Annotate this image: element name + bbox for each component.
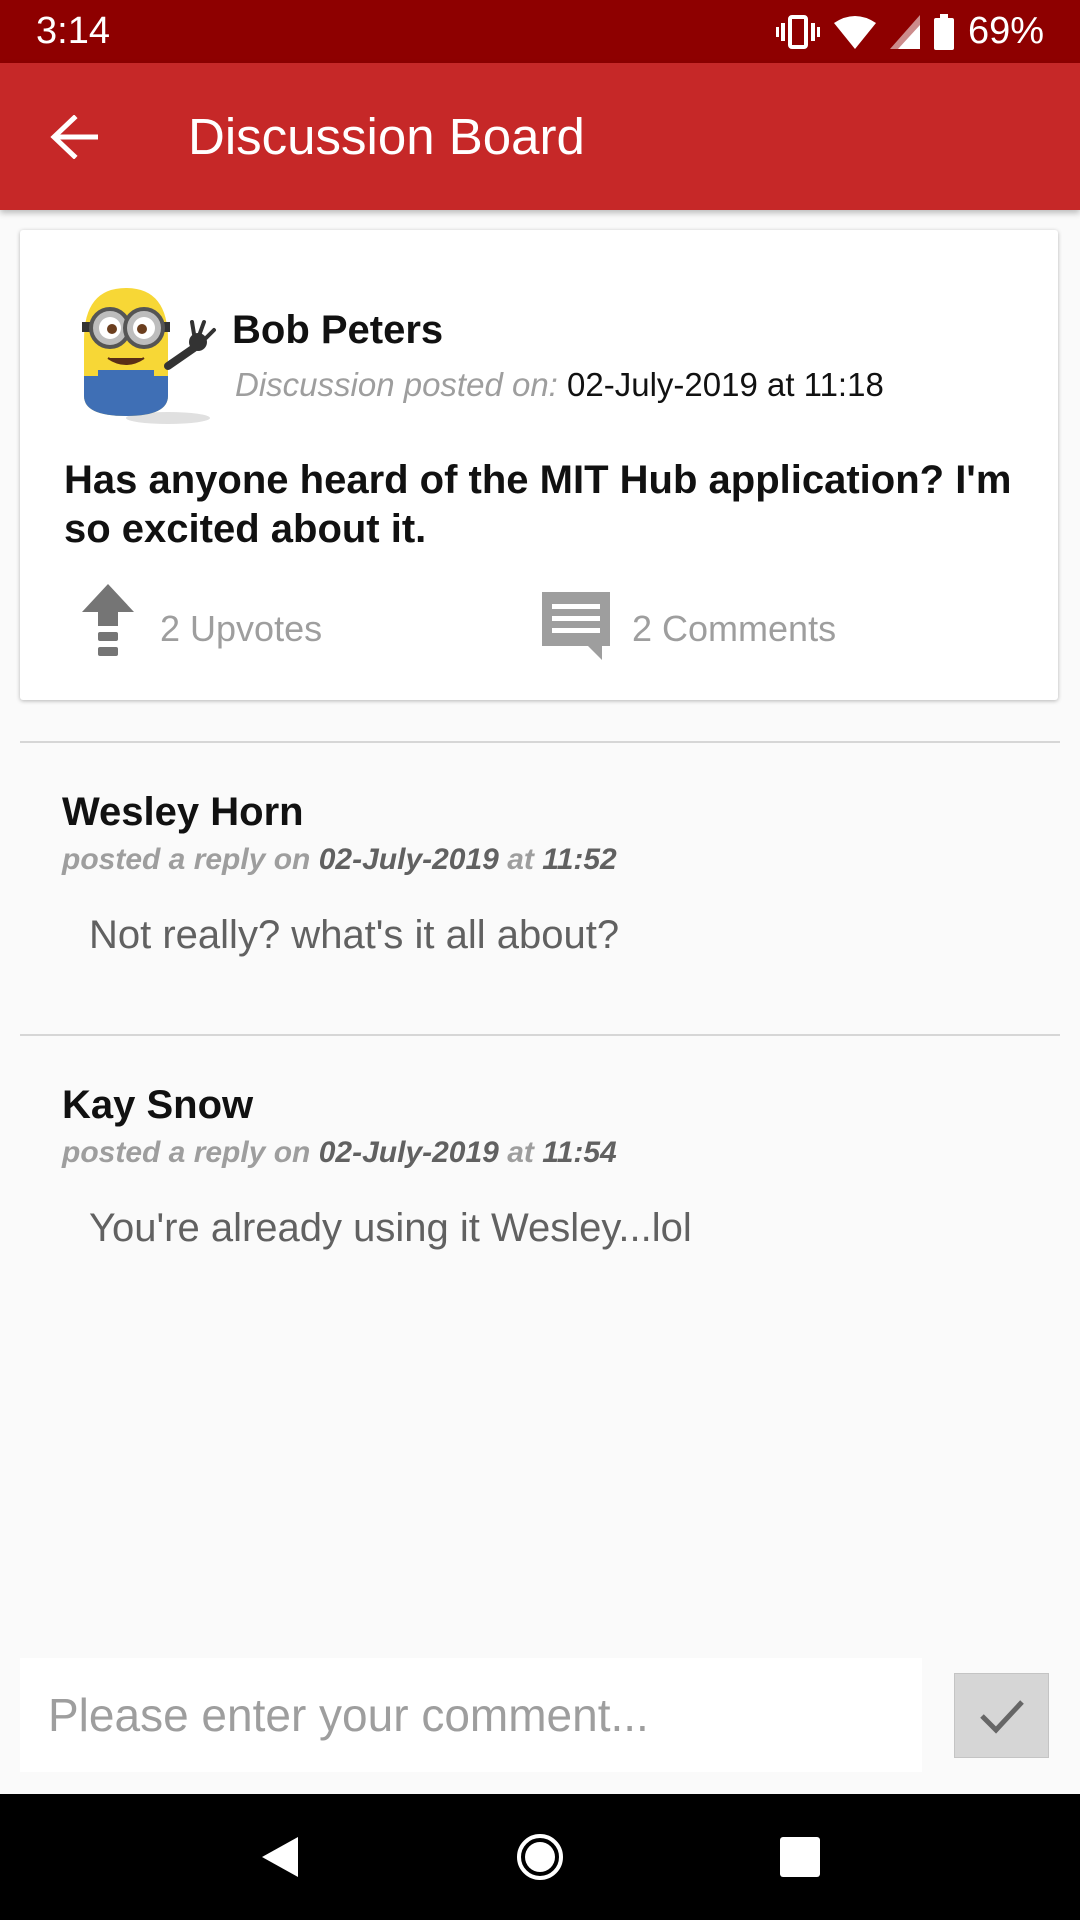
reply-text: You're already using it Wesley...lol (89, 1206, 692, 1250)
posted-value: 02-July-2019 at 11:18 (567, 366, 884, 403)
status-bar: 3:14 69% (0, 0, 1080, 63)
post-author: Bob Peters (232, 308, 444, 352)
battery-icon (933, 13, 954, 50)
nav-home-icon (517, 1834, 563, 1880)
app-bar: Discussion Board (0, 63, 1080, 210)
comment-count[interactable]: 2 Comments (632, 608, 836, 650)
reply-author: Kay Snow (62, 1083, 254, 1127)
status-time: 3:14 (36, 10, 110, 52)
comment-icon[interactable] (540, 590, 612, 662)
system-nav-bar (0, 1794, 1080, 1920)
reply-item: Wesley Horn posted a reply on 02-July-20… (62, 790, 1042, 958)
post-body: Has anyone heard of the MIT Hub applicat… (64, 458, 1012, 551)
divider (20, 1034, 1060, 1036)
vibrate-icon (775, 14, 820, 49)
page-title: Discussion Board (188, 108, 585, 165)
signal-icon (889, 14, 920, 49)
nav-back-icon (262, 1837, 298, 1877)
reply-text: Not really? what's it all about? (89, 913, 620, 957)
divider (20, 741, 1060, 743)
comment-input[interactable] (20, 1658, 922, 1772)
nav-recents-icon (780, 1837, 820, 1877)
upvote-count[interactable]: 2 Upvotes (160, 608, 322, 650)
battery-percent: 69% (967, 10, 1044, 52)
avatar (82, 288, 216, 424)
back-button[interactable] (24, 87, 124, 187)
reply-author: Wesley Horn (62, 790, 304, 834)
nav-home-button[interactable] (500, 1817, 580, 1897)
back-arrow-icon (50, 114, 98, 159)
posted-label: Discussion posted on: (235, 366, 558, 403)
wifi-icon (833, 15, 876, 49)
submit-comment-button[interactable] (954, 1673, 1049, 1758)
check-icon (979, 1699, 1024, 1734)
discussion-card: Bob Peters Discussion posted on: 02-July… (20, 230, 1058, 700)
nav-recents-button[interactable] (760, 1817, 840, 1897)
reply-item: Kay Snow posted a reply on 02-July-2019 … (62, 1083, 1042, 1251)
reply-meta: posted a reply on 02-July-2019 at 11:52 (62, 843, 617, 876)
status-icons: 69% (775, 10, 1044, 53)
post-date: Discussion posted on: 02-July-2019 at 11… (235, 366, 884, 404)
reply-meta: posted a reply on 02-July-2019 at 11:54 (62, 1136, 617, 1169)
nav-back-button[interactable] (240, 1817, 320, 1897)
